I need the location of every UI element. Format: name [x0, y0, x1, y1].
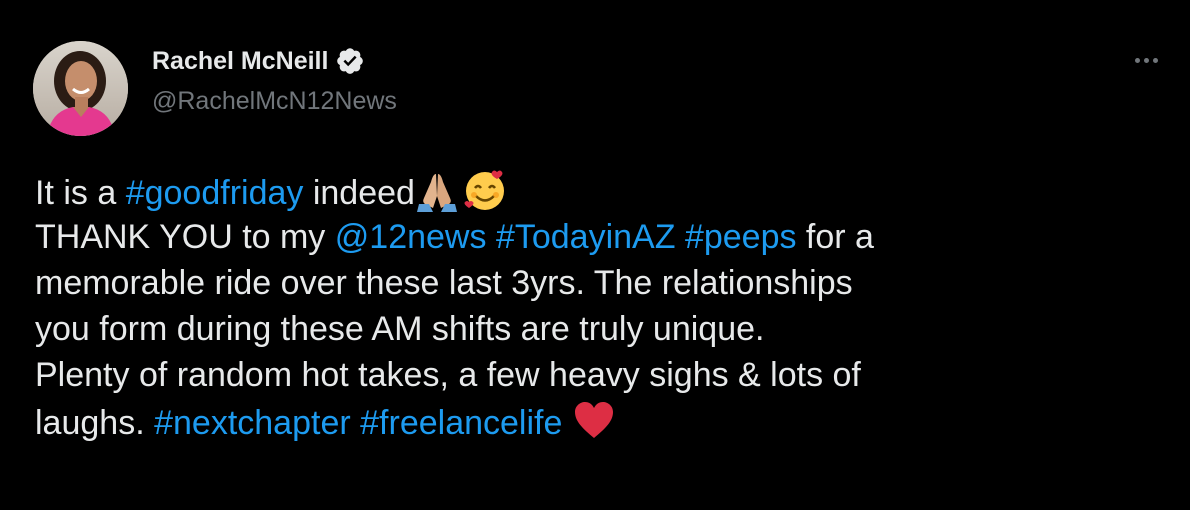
more-options-icon[interactable]	[1128, 50, 1164, 70]
text-segment	[675, 218, 684, 256]
text-segment	[562, 404, 571, 442]
author-handle[interactable]: @RachelMcN12News	[152, 86, 397, 116]
folded-hands-emoji-icon	[415, 168, 459, 212]
hashtag-peeps[interactable]: #peeps	[685, 218, 797, 256]
tweet-line-1: It is a #goodfriday indeed	[35, 168, 1175, 214]
dot	[1134, 57, 1140, 63]
text-segment	[351, 404, 360, 442]
author-display-name[interactable]: Rachel McNeill	[152, 46, 328, 76]
dot	[1152, 57, 1158, 63]
tweet: Rachel McNeill @RachelMcN12News It is a …	[0, 0, 1190, 510]
text-segment: for a	[796, 218, 874, 256]
dot	[1143, 57, 1149, 63]
verified-badge-icon	[335, 46, 365, 76]
text-segment	[486, 218, 495, 256]
hashtag-freelancelife[interactable]: #freelancelife	[360, 404, 562, 442]
author-name-row[interactable]: Rachel McNeill	[152, 46, 365, 76]
tweet-line-5: Plenty of random hot takes, a few heavy …	[35, 356, 861, 394]
hashtag-nextchapter[interactable]: #nextchapter	[154, 404, 351, 442]
hashtag-todayinaz[interactable]: #TodayinAZ	[496, 218, 676, 256]
tweet-line-3: memorable ride over these last 3yrs. The…	[35, 264, 853, 302]
text-segment: laughs.	[35, 404, 155, 442]
text-segment: THANK YOU to my	[35, 218, 335, 256]
tweet-line-2: THANK YOU to my @12news #TodayinAZ #peep…	[35, 214, 1175, 260]
avatar[interactable]	[33, 41, 128, 136]
tweet-text: It is a #goodfriday indeed THANK YOU to …	[35, 168, 1175, 444]
hashtag-goodfriday[interactable]: #goodfriday	[126, 174, 304, 212]
text-segment: indeed	[303, 174, 415, 212]
mention-12news[interactable]: @12news	[335, 218, 487, 256]
smiling-face-with-hearts-emoji-icon	[463, 168, 507, 212]
text-segment: It is a	[35, 174, 126, 212]
tweet-line-6: laughs. #nextchapter #freelancelife	[35, 398, 1175, 444]
tweet-line-4: you form during these AM shifts are trul…	[35, 310, 765, 348]
red-heart-emoji-icon	[572, 398, 616, 442]
